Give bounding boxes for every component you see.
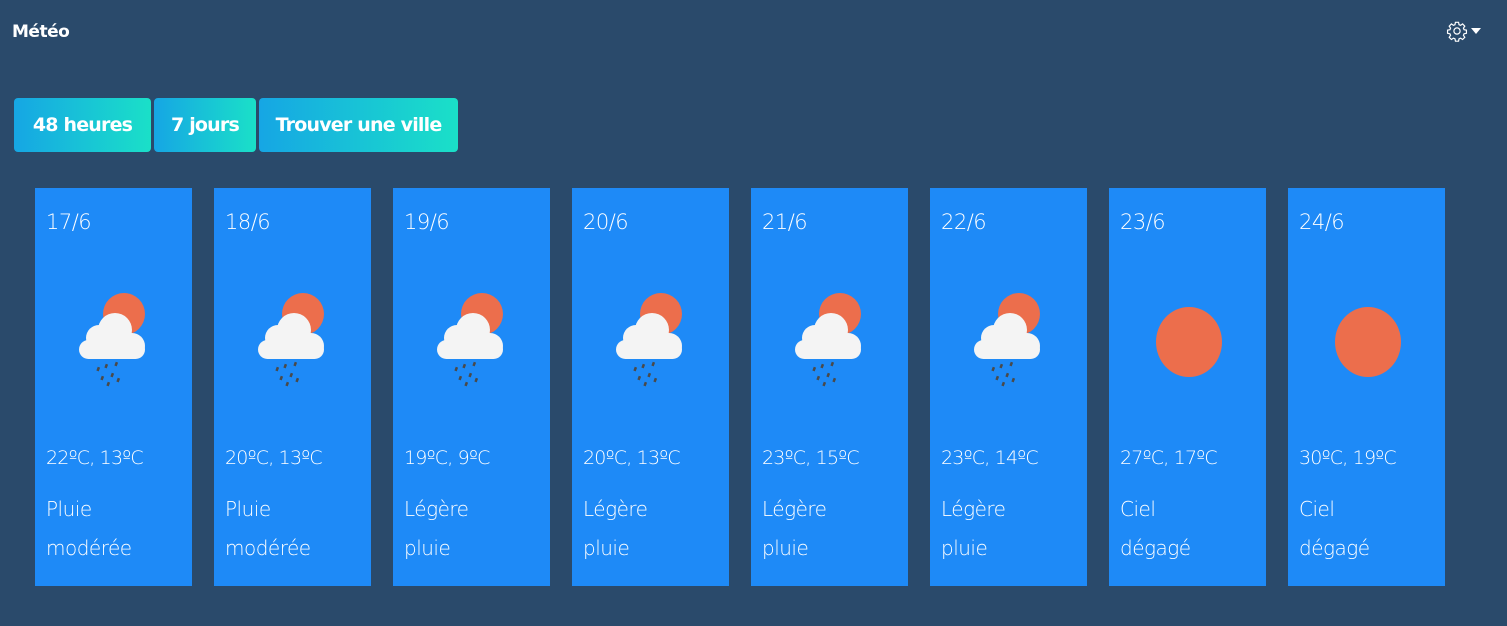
widget-title: Météo xyxy=(12,22,70,42)
condition-line: dégagé xyxy=(1299,536,1370,560)
forecast-date: 21/6 xyxy=(762,210,808,234)
forecast-temperatures: 22ºC, 13ºC xyxy=(46,447,144,469)
forecast-day-card: 20/6 20ºC, 13ºC Légère pluie xyxy=(572,188,729,586)
cloud-sun-rain-icon xyxy=(437,293,503,387)
tab-48-heures[interactable]: 48 heures xyxy=(14,98,151,152)
forecast-condition: Pluie modérée xyxy=(46,490,186,568)
forecast-condition: Ciel dégagé xyxy=(1120,490,1260,568)
gear-icon xyxy=(1446,21,1468,42)
settings-menu-button[interactable] xyxy=(1446,20,1482,42)
condition-line: Ciel xyxy=(1299,497,1335,521)
forecast-day-card: 24/6 30ºC, 19ºC Ciel dégagé xyxy=(1288,188,1445,586)
condition-line: Légère xyxy=(583,497,648,521)
forecast-temperatures: 23ºC, 14ºC xyxy=(941,447,1039,469)
condition-line: Pluie xyxy=(46,497,92,521)
caret-down-icon xyxy=(1471,28,1481,34)
forecast-date: 24/6 xyxy=(1299,210,1345,234)
condition-line: pluie xyxy=(762,536,809,560)
forecast-condition: Ciel dégagé xyxy=(1299,490,1439,568)
forecast-condition: Légère pluie xyxy=(941,490,1081,568)
forecast-day-card: 21/6 23ºC, 15ºC Légère pluie xyxy=(751,188,908,586)
forecast-condition: Pluie modérée xyxy=(225,490,365,568)
condition-line: modérée xyxy=(225,536,311,560)
tab-bar: 48 heures 7 jours Trouver une ville xyxy=(14,98,458,152)
forecast-day-card: 19/6 19ºC, 9ºC Légère pluie xyxy=(393,188,550,586)
condition-line: Pluie xyxy=(225,497,271,521)
sun-icon xyxy=(1156,307,1222,377)
forecast-temperatures: 27ºC, 17ºC xyxy=(1120,447,1218,469)
forecast-day-card: 22/6 23ºC, 14ºC Légère pluie xyxy=(930,188,1087,586)
forecast-day-card: 17/6 22ºC, 13ºC Pluie modérée xyxy=(35,188,192,586)
forecast-temperatures: 30ºC, 19ºC xyxy=(1299,447,1397,469)
forecast-date: 23/6 xyxy=(1120,210,1166,234)
forecast-date: 20/6 xyxy=(583,210,629,234)
forecast-date: 18/6 xyxy=(225,210,271,234)
cloud-sun-rain-icon xyxy=(974,293,1040,387)
forecast-condition: Légère pluie xyxy=(583,490,723,568)
forecast-temperatures: 23ºC, 15ºC xyxy=(762,447,860,469)
condition-line: dégagé xyxy=(1120,536,1191,560)
forecast-date: 17/6 xyxy=(46,210,92,234)
forecast-temperatures: 19ºC, 9ºC xyxy=(404,447,490,469)
cloud-sun-rain-icon xyxy=(616,293,682,387)
forecast-list: 17/6 22ºC, 13ºC Pluie modérée 18/6 20ºC,… xyxy=(35,188,1445,586)
cloud-sun-rain-icon xyxy=(795,293,861,387)
forecast-day-card: 23/6 27ºC, 17ºC Ciel dégagé xyxy=(1109,188,1266,586)
sun-icon xyxy=(1335,307,1401,377)
tab-trouver-une-ville[interactable]: Trouver une ville xyxy=(259,98,458,152)
condition-line: pluie xyxy=(404,536,451,560)
forecast-date: 19/6 xyxy=(404,210,450,234)
condition-line: pluie xyxy=(941,536,988,560)
forecast-condition: Légère pluie xyxy=(404,490,544,568)
condition-line: pluie xyxy=(583,536,630,560)
condition-line: Ciel xyxy=(1120,497,1156,521)
cloud-sun-rain-icon xyxy=(79,293,145,387)
forecast-temperatures: 20ºC, 13ºC xyxy=(225,447,323,469)
forecast-date: 22/6 xyxy=(941,210,987,234)
forecast-day-card: 18/6 20ºC, 13ºC Pluie modérée xyxy=(214,188,371,586)
forecast-condition: Légère pluie xyxy=(762,490,902,568)
cloud-sun-rain-icon xyxy=(258,293,324,387)
condition-line: Légère xyxy=(941,497,1006,521)
tab-7-jours[interactable]: 7 jours xyxy=(154,98,256,152)
condition-line: Légère xyxy=(404,497,469,521)
forecast-temperatures: 20ºC, 13ºC xyxy=(583,447,681,469)
condition-line: Légère xyxy=(762,497,827,521)
weather-widget: Météo 48 heures 7 jours Trouver une vill… xyxy=(0,0,1507,626)
condition-line: modérée xyxy=(46,536,132,560)
